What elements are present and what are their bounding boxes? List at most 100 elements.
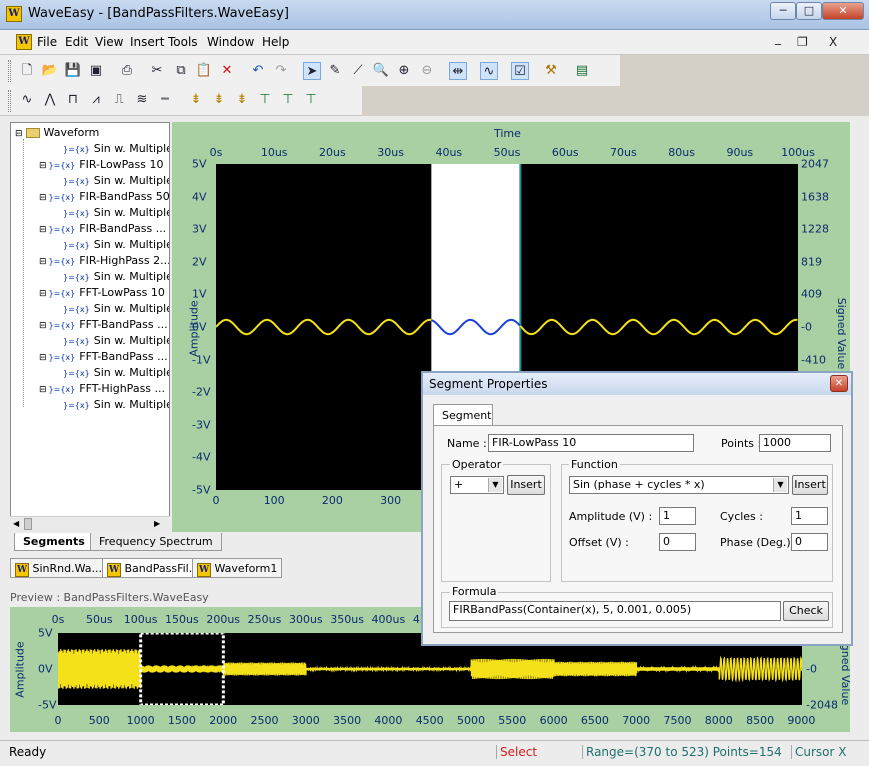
expand-icon[interactable]: ⊟ [39, 353, 47, 363]
expand-icon[interactable]: ⊟ [39, 161, 47, 171]
tree-item-function[interactable]: }={x} Sin w. Multiple [63, 238, 169, 251]
tree-item-segment[interactable]: ⊟}={x} FIR-HighPass 2... [39, 254, 169, 267]
menu-view[interactable]: View [95, 35, 123, 49]
paste-icon[interactable]: 📋 [195, 62, 213, 80]
zoom-out-icon[interactable]: ⊖ [418, 62, 436, 80]
close-button[interactable]: ✕ [822, 2, 864, 20]
menu-insert[interactable]: Insert [130, 35, 164, 49]
segment-icon-1[interactable]: ⇟ [187, 91, 205, 109]
tree-item-function[interactable]: }={x} Sin w. Multiple [63, 270, 169, 283]
zoom-icon[interactable]: 🔍 [372, 62, 390, 80]
cycles-field[interactable]: 1 [791, 507, 828, 525]
undo-icon[interactable]: ↶ [249, 62, 267, 80]
offset-field[interactable]: 0 [659, 533, 696, 551]
sine-wave-icon[interactable]: ∿ [18, 91, 36, 109]
dialog-title-bar[interactable]: Segment Properties ✕ [423, 373, 851, 395]
expand-icon[interactable]: ⊟ [39, 321, 47, 331]
open-icon[interactable]: 📂 [41, 62, 59, 80]
tree-item-function[interactable]: }={x} Sin w. Multiple [63, 174, 169, 187]
mdi-minimize-button[interactable]: _ [775, 31, 781, 45]
segment-tree[interactable]: ⊟Waveform }={x}Sin w. Multiple Fre⊟}={x}… [10, 122, 170, 532]
copy-icon[interactable]: ⧉ [172, 62, 190, 80]
doc-tab-waveform1[interactable]: W Waveform1 [192, 558, 283, 578]
tree-item-segment[interactable]: ⊟}={x} FIR-BandPass ... [39, 222, 166, 235]
wave-view-icon[interactable]: ∿ [480, 62, 498, 80]
properties-icon[interactable]: ☑ [511, 62, 529, 80]
tree-item-function[interactable]: }={x} Sin w. Multiple [63, 302, 169, 315]
points-field[interactable]: 1000 [759, 434, 831, 452]
formula-field[interactable]: FIRBandPass(Container(x), 5, 0.001, 0.00… [449, 601, 781, 621]
mdi-close-button[interactable]: X [829, 35, 837, 49]
function-select[interactable]: Sin (phase + cycles * x) ▼ [569, 476, 789, 494]
title-bar[interactable]: W WaveEasy - [BandPassFilters.WaveEasy] … [0, 0, 869, 30]
segment-icon-2[interactable]: ⇟ [210, 91, 228, 109]
tree-item-function[interactable]: }={x} Sin w. Multiple [63, 334, 169, 347]
preview-amplitude-label: Amplitude [13, 641, 27, 698]
check-button[interactable]: Check [783, 601, 829, 621]
segment-icon-4[interactable]: ⊤ [256, 91, 274, 109]
tree-item-segment[interactable]: ⊟}={x} FIR-BandPass 50 [39, 190, 169, 203]
toolbar-grip[interactable] [8, 60, 11, 82]
operator-insert-button[interactable]: Insert [507, 475, 545, 495]
doc-tab-bandpassfilters[interactable]: W BandPassFil... [102, 558, 205, 578]
export-icon[interactable]: ▤ [573, 62, 591, 80]
expand-icon[interactable]: ⊟ [39, 385, 47, 395]
phase-field[interactable]: 0 [791, 533, 828, 551]
tree-horizontal-scrollbar[interactable]: ◀ ▶ [10, 516, 170, 532]
tree-item-segment[interactable]: ⊟}={x} FFT-BandPass ... [39, 350, 168, 363]
segment-icon-5[interactable]: ⊤ [279, 91, 297, 109]
tree-item-segment[interactable]: ⊟}={x} FFT-HighPass ... [39, 382, 165, 395]
maximize-button[interactable]: □ [796, 2, 822, 20]
segment-icon-6[interactable]: ⊤ [302, 91, 320, 109]
triangle-wave-icon[interactable]: ⋀ [41, 91, 59, 109]
select-arrow-icon[interactable]: ➤ [303, 62, 321, 80]
tab-segments[interactable]: Segments [14, 533, 94, 551]
expand-icon[interactable]: ⊟ [39, 257, 47, 267]
tree-item-function[interactable]: }={x}Sin w. Multiple Fre [63, 142, 169, 155]
menu-file[interactable]: File [37, 35, 57, 49]
toolbar-grip[interactable] [8, 90, 11, 112]
tree-item-segment[interactable]: ⊟}={x} FFT-LowPass 10 [39, 286, 165, 299]
expand-icon[interactable]: ⊟ [39, 289, 47, 299]
dc-icon[interactable]: ┉ [156, 91, 174, 109]
print-icon[interactable]: ⎙ [118, 62, 136, 80]
doc-tab-sinrnd[interactable]: W SinRnd.Wa... [10, 558, 108, 578]
expand-icon[interactable]: ⊟ [39, 225, 47, 235]
tree-item-function[interactable]: }={x} Sin w. Multiple [63, 398, 169, 411]
tools-icon[interactable]: ⚒ [542, 62, 560, 80]
segment-icon-3[interactable]: ⇟ [233, 91, 251, 109]
menu-help[interactable]: Help [262, 35, 289, 49]
pulse-icon[interactable]: ⎍ [110, 91, 128, 109]
operator-select[interactable]: + ▼ [450, 476, 504, 494]
noise-icon[interactable]: ≋ [133, 91, 151, 109]
tree-item-segment[interactable]: ⊟}={x} FFT-BandPass ... [39, 318, 168, 331]
tree-root[interactable]: ⊟ Waveform [15, 126, 99, 139]
minimize-button[interactable]: ─ [770, 2, 796, 20]
tab-segment[interactable]: Segment [433, 404, 493, 426]
tree-item-function[interactable]: }={x} Sin w. Multiple [63, 366, 169, 379]
save-icon[interactable]: 💾 [64, 62, 82, 80]
new-icon[interactable]: 🗋 [18, 62, 36, 80]
redo-icon[interactable]: ↷ [272, 62, 290, 80]
sawtooth-icon[interactable]: ⩘ [87, 91, 105, 109]
amplitude-field[interactable]: 1 [659, 507, 696, 525]
save-all-icon[interactable]: ▣ [87, 62, 105, 80]
delete-icon[interactable]: ✕ [218, 62, 236, 80]
range-icon[interactable]: ⇹ [449, 62, 467, 80]
menu-tools[interactable]: Tools [168, 35, 198, 49]
name-field[interactable]: FIR-LowPass 10 [488, 434, 694, 452]
tree-item-segment[interactable]: ⊟}={x} FIR-LowPass 10 [39, 158, 164, 171]
polyline-icon[interactable]: ⟋ [349, 62, 367, 80]
cut-icon[interactable]: ✂ [148, 62, 166, 80]
square-wave-icon[interactable]: ⊓ [64, 91, 82, 109]
dialog-close-button[interactable]: ✕ [830, 375, 848, 392]
function-insert-button[interactable]: Insert [792, 475, 828, 495]
mdi-restore-button[interactable]: ❐ [797, 35, 808, 49]
menu-edit[interactable]: Edit [65, 35, 88, 49]
tab-frequency-spectrum[interactable]: Frequency Spectrum [90, 533, 222, 551]
menu-window[interactable]: Window [207, 35, 254, 49]
tree-item-function[interactable]: }={x} Sin w. Multiple [63, 206, 169, 219]
expand-icon[interactable]: ⊟ [39, 193, 47, 203]
zoom-in-icon[interactable]: ⊕ [395, 62, 413, 80]
pencil-icon[interactable]: ✎ [326, 62, 344, 80]
